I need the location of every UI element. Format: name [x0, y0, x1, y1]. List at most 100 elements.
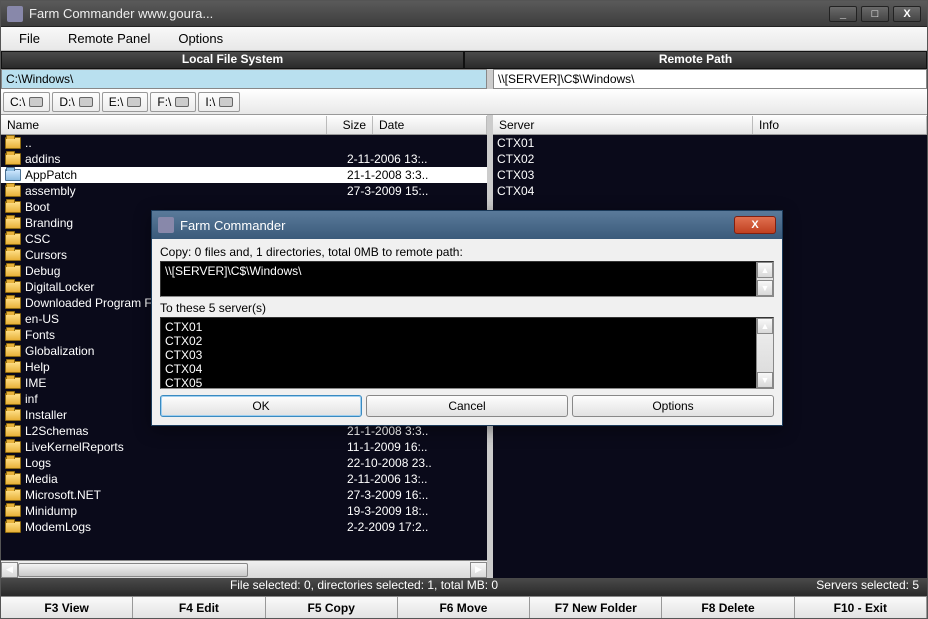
folder-icon — [5, 185, 21, 197]
disk-icon — [219, 97, 233, 107]
local-panel-header: Local File System — [1, 51, 464, 69]
file-row[interactable]: Minidump19-3-2009 18:.. — [1, 503, 487, 519]
menu-remote-panel[interactable]: Remote Panel — [54, 29, 164, 48]
file-date: 19-3-2009 18:.. — [347, 504, 428, 518]
remote-path-input[interactable]: \\[SERVER]\C$\Windows\ — [493, 69, 927, 89]
file-size: 27-3-2009 16:.. — [347, 488, 393, 502]
local-column-header: Name Size Date — [1, 115, 487, 135]
folder-icon — [5, 457, 21, 469]
scroll-right-icon[interactable]: ▶ — [470, 562, 487, 578]
dialog-options-button[interactable]: Options — [572, 395, 774, 417]
file-row[interactable]: ModemLogs2-2-2009 17:2.. — [1, 519, 487, 535]
scrollbar-thumb[interactable] — [18, 563, 248, 577]
col-size[interactable]: Size — [327, 116, 373, 134]
minimize-button[interactable]: _ — [829, 6, 857, 22]
maximize-button[interactable]: □ — [861, 6, 889, 22]
file-row[interactable]: assembly27-3-2009 15:.. — [1, 183, 487, 199]
folder-icon — [5, 249, 21, 261]
folder-icon — [5, 281, 21, 293]
fkey-f5[interactable]: F5 Copy — [266, 597, 398, 618]
dialog-cancel-button[interactable]: Cancel — [366, 395, 568, 417]
col-date[interactable]: Date — [373, 116, 487, 134]
drive-button-f[interactable]: F:\ — [150, 92, 196, 112]
dialog-server-item[interactable]: CTX05 — [165, 376, 769, 390]
dialog-server-item[interactable]: CTX02 — [165, 334, 769, 348]
local-h-scrollbar[interactable]: ◀ ▶ — [1, 560, 487, 578]
folder-icon — [5, 521, 21, 533]
fkey-f3[interactable]: F3 View — [1, 597, 133, 618]
fkey-f6[interactable]: F6 Move — [398, 597, 530, 618]
folder-icon — [5, 137, 21, 149]
folder-icon — [5, 345, 21, 357]
file-size: 27-3-2009 15:.. — [347, 184, 393, 198]
menubar: File Remote Panel Options — [1, 27, 927, 51]
dialog-server-item[interactable]: CTX04 — [165, 362, 769, 376]
local-path-input[interactable]: C:\Windows\ — [1, 69, 487, 89]
menu-file[interactable]: File — [5, 29, 54, 48]
col-name[interactable]: Name — [1, 116, 327, 134]
drive-button-d[interactable]: D:\ — [52, 92, 99, 112]
server-row[interactable]: CTX03 — [493, 167, 927, 183]
scroll-down-icon[interactable]: ▼ — [757, 372, 773, 388]
dialog-server-item[interactable]: CTX03 — [165, 348, 769, 362]
server-row[interactable]: CTX04 — [493, 183, 927, 199]
folder-icon — [5, 153, 21, 165]
fkey-f8[interactable]: F8 Delete — [662, 597, 794, 618]
fkey-f4[interactable]: F4 Edit — [133, 597, 265, 618]
disk-icon — [175, 97, 189, 107]
folder-icon — [5, 441, 21, 453]
file-date: 2-11-2006 13:.. — [347, 152, 428, 166]
dialog-scrollbar-2[interactable]: ▲ ▼ — [756, 318, 773, 388]
dialog-ok-button[interactable]: OK — [160, 395, 362, 417]
fkey-f10[interactable]: F10 - Exit — [795, 597, 927, 618]
scroll-up-icon[interactable]: ▲ — [757, 318, 773, 334]
dialog-close-button[interactable]: X — [734, 216, 776, 234]
folder-icon — [5, 233, 21, 245]
folder-icon — [5, 169, 21, 181]
server-row[interactable]: CTX02 — [493, 151, 927, 167]
drive-button-i[interactable]: I:\ — [198, 92, 240, 112]
file-name: Minidump — [25, 504, 347, 518]
file-row[interactable]: Microsoft.NET27-3-2009 16:.. — [1, 487, 487, 503]
file-row[interactable]: Logs22-10-2008 23.. — [1, 455, 487, 471]
file-row[interactable]: AppPatch21-1-2008 3:3.. — [1, 167, 487, 183]
disk-icon — [127, 97, 141, 107]
file-name: L2Schemas — [25, 424, 347, 438]
file-size: 11-1-2009 16:.. — [347, 440, 393, 454]
dialog-server-item[interactable]: CTX01 — [165, 320, 769, 334]
scroll-down-icon[interactable]: ▼ — [757, 280, 773, 296]
folder-icon — [5, 425, 21, 437]
file-row[interactable]: addins2-11-2006 13:.. — [1, 151, 487, 167]
drive-button-c[interactable]: C:\ — [3, 92, 50, 112]
folder-icon — [5, 361, 21, 373]
remote-panel-header: Remote Path — [464, 51, 927, 69]
folder-icon — [5, 409, 21, 421]
window-title: Farm Commander www.goura... — [29, 6, 829, 21]
dialog-scrollbar-1[interactable]: ▲ ▼ — [756, 262, 773, 296]
file-row[interactable]: .. — [1, 135, 487, 151]
fkey-f7[interactable]: F7 New Folder — [530, 597, 662, 618]
scroll-up-icon[interactable]: ▲ — [757, 262, 773, 278]
file-name: Microsoft.NET — [25, 488, 347, 502]
file-row[interactable]: Media2-11-2006 13:.. — [1, 471, 487, 487]
file-size: 21-1-2008 3:3.. — [347, 424, 393, 438]
dialog-title: Farm Commander — [180, 218, 734, 233]
close-button[interactable]: X — [893, 6, 921, 22]
dialog-target-path[interactable]: \\[SERVER]\C$\Windows\ ▲ ▼ — [160, 261, 774, 297]
col-server[interactable]: Server — [493, 116, 753, 134]
dialog-copy-label: Copy: 0 files and, 1 directories, total … — [160, 245, 774, 259]
folder-icon — [5, 201, 21, 213]
file-size: 21-1-2008 3:3.. — [347, 168, 393, 182]
folder-icon — [5, 217, 21, 229]
file-name: Media — [25, 472, 347, 486]
file-date: 21-1-2008 3:3.. — [347, 424, 428, 438]
file-row[interactable]: LiveKernelReports11-1-2009 16:.. — [1, 439, 487, 455]
status-bar: File selected: 0, directories selected: … — [1, 578, 927, 596]
col-info[interactable]: Info — [753, 116, 927, 134]
remote-column-header: Server Info — [493, 115, 927, 135]
drive-button-e[interactable]: E:\ — [102, 92, 149, 112]
dialog-server-list[interactable]: CTX01CTX02CTX03CTX04CTX05 ▲ ▼ — [160, 317, 774, 389]
server-row[interactable]: CTX01 — [493, 135, 927, 151]
menu-options[interactable]: Options — [164, 29, 237, 48]
scroll-left-icon[interactable]: ◀ — [1, 562, 18, 578]
